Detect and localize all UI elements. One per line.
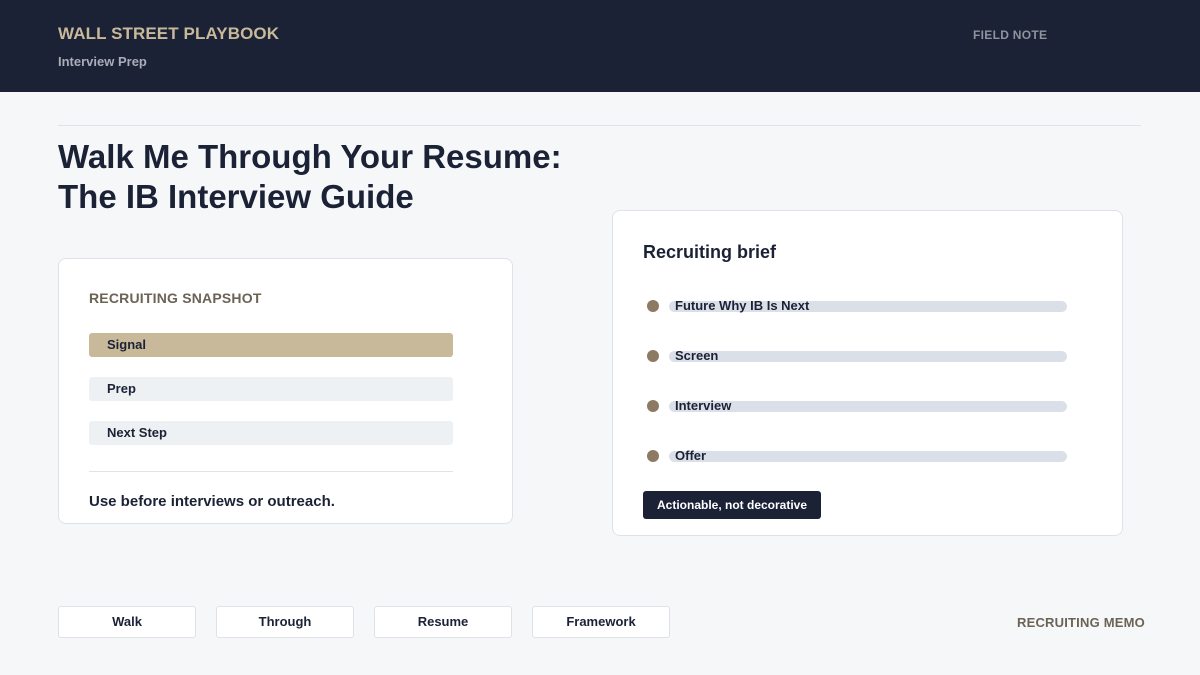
brief-item-label: Screen (675, 348, 719, 363)
chip-resume[interactable]: Resume (374, 606, 512, 638)
chip-through[interactable]: Through (216, 606, 354, 638)
snapshot-heading: RECRUITING SNAPSHOT (89, 290, 262, 306)
snapshot-item-next-step: Next Step (89, 421, 453, 445)
field-note-label: FIELD NOTE (973, 28, 1048, 42)
brief-item-offer: Offer (647, 448, 1067, 465)
header-bar: WALL STREET PLAYBOOK Interview Prep FIEL… (0, 0, 1200, 92)
page-title-line-2: The IB Interview Guide (58, 178, 414, 215)
recruiting-brief-card: Recruiting brief Future Why IB Is Next S… (612, 210, 1123, 536)
page-title-line-1: Walk Me Through Your Resume: (58, 138, 562, 175)
chip-framework[interactable]: Framework (532, 606, 670, 638)
bullet-dot-icon (647, 450, 659, 462)
brief-item-track (669, 451, 1067, 462)
brief-item-label: Offer (675, 448, 707, 463)
actionable-tag: Actionable, not decorative (643, 491, 821, 519)
brief-heading: Recruiting brief (643, 242, 777, 262)
snapshot-item-prep: Prep (89, 377, 453, 401)
brief-item-interview: Interview (647, 398, 1067, 415)
brief-item-screen: Screen (647, 348, 1067, 365)
bullet-dot-icon (647, 300, 659, 312)
brand-subtitle: Interview Prep (58, 54, 147, 69)
page-title: Walk Me Through Your Resume: The IB Inte… (58, 137, 562, 217)
snapshot-item-signal: Signal (89, 333, 453, 357)
bullet-dot-icon (647, 350, 659, 362)
chip-walk[interactable]: Walk (58, 606, 196, 638)
snapshot-footer-text: Use before interviews or outreach. (89, 493, 335, 510)
recruiting-snapshot-card: RECRUITING SNAPSHOT Signal Prep Next Ste… (58, 258, 513, 524)
brief-item-track (669, 351, 1067, 362)
brief-item-future: Future Why IB Is Next (647, 298, 1067, 315)
brand-title: WALL STREET PLAYBOOK (58, 24, 280, 43)
snapshot-divider (89, 471, 453, 472)
brief-item-label: Future Why IB Is Next (675, 298, 810, 313)
title-divider (58, 125, 1141, 126)
brief-item-label: Interview (675, 398, 732, 413)
recruiting-memo-label: RECRUITING MEMO (1017, 615, 1145, 630)
bullet-dot-icon (647, 400, 659, 412)
